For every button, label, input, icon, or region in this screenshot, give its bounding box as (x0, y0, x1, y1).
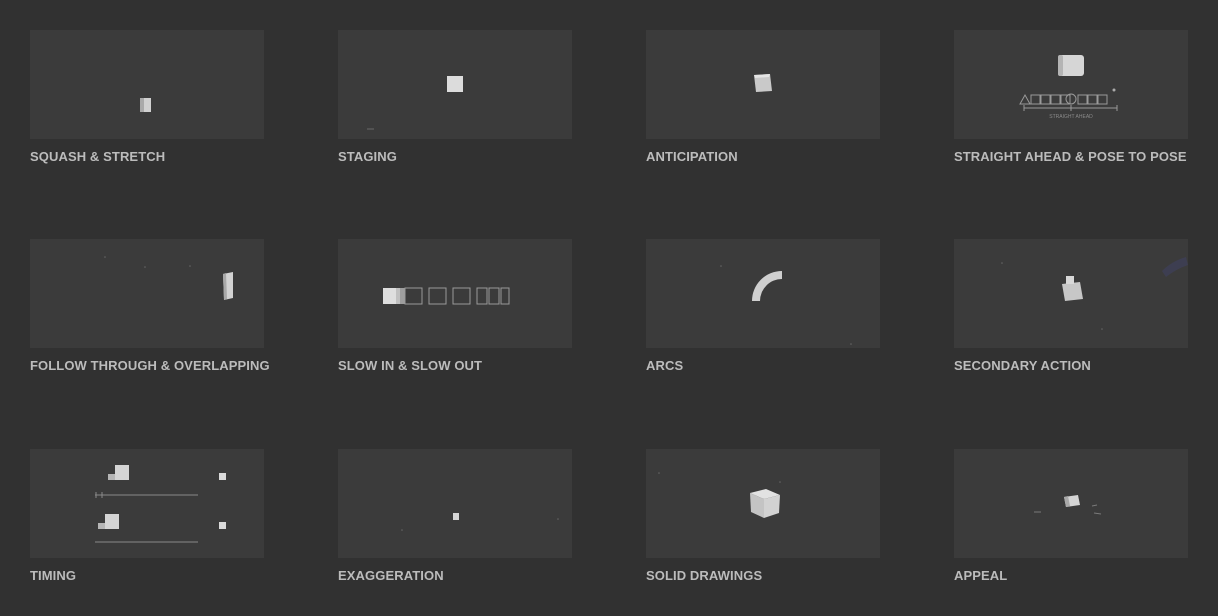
thumbnail-appeal[interactable] (954, 449, 1188, 558)
animation-principles-grid: SQUASH & STRETCH STAGING ANTICIPATION ST… (0, 0, 1218, 616)
thumbnail-timing[interactable] (30, 449, 264, 558)
card-staging[interactable]: STAGING (338, 30, 572, 164)
thumbnail-exaggeration[interactable] (338, 449, 572, 558)
card-label: APPEAL (954, 568, 1008, 583)
thumbnail-secondary-action[interactable] (954, 239, 1188, 348)
card-appeal[interactable]: APPEAL (954, 449, 1188, 583)
card-straight-ahead[interactable]: STRAIGHT AHEAD STRAIGHT AHEAD & POSE TO … (954, 30, 1188, 164)
card-label: SOLID DRAWINGS (646, 568, 763, 583)
follow-through-cube-icon (104, 256, 233, 300)
exaggeration-dot-icon (401, 513, 559, 531)
solid-cube-icon (658, 472, 781, 518)
thumbnail-follow-through[interactable] (30, 239, 264, 348)
card-label: SECONDARY ACTION (954, 358, 1091, 373)
card-label: STAGING (338, 149, 397, 164)
thumbnail-anticipation[interactable] (646, 30, 880, 139)
thumbnail-squash-stretch[interactable] (30, 30, 264, 139)
card-label: STRAIGHT AHEAD & POSE TO POSE (954, 149, 1187, 164)
card-exaggeration[interactable]: EXAGGERATION (338, 449, 572, 583)
appeal-cube-icon (1034, 495, 1102, 515)
card-solid-drawings[interactable]: SOLID DRAWINGS (646, 449, 880, 583)
thumbnail-staging[interactable] (338, 30, 572, 139)
card-timing[interactable]: TIMING (30, 449, 264, 583)
arc-icon (720, 265, 852, 345)
straight-ahead-timeline-icon: STRAIGHT AHEAD (1019, 55, 1118, 120)
card-label: ARCS (646, 358, 684, 373)
card-secondary-action[interactable]: SECONDARY ACTION (954, 239, 1188, 373)
secondary-action-cube-icon (1001, 257, 1188, 330)
squash-stretch-cube-icon (140, 98, 151, 112)
thumbnail-arcs[interactable] (646, 239, 880, 348)
card-label: FOLLOW THROUGH & OVERLAPPING (30, 358, 270, 373)
slow-in-out-frames-icon (383, 287, 510, 305)
thumbnail-solid-drawings[interactable] (646, 449, 880, 558)
card-label: EXAGGERATION (338, 568, 444, 583)
card-label: TIMING (30, 568, 77, 583)
thumbnail-slow-in-out[interactable] (338, 239, 572, 348)
card-anticipation[interactable]: ANTICIPATION (646, 30, 880, 164)
card-label: SLOW IN & SLOW OUT (338, 358, 483, 373)
card-arcs[interactable]: ARCS (646, 239, 880, 373)
card-label: SQUASH & STRETCH (30, 149, 166, 164)
thumbnail-straight-ahead[interactable]: STRAIGHT AHEAD (954, 30, 1188, 139)
card-squash-stretch[interactable]: SQUASH & STRETCH (30, 30, 264, 164)
straight-ahead-caption: STRAIGHT AHEAD (1049, 114, 1093, 120)
anticipation-cube-icon (754, 74, 772, 92)
card-label: ANTICIPATION (646, 149, 738, 164)
timing-cubes-icon (95, 465, 226, 543)
card-follow-through[interactable]: FOLLOW THROUGH & OVERLAPPING (30, 239, 270, 373)
staging-cube-icon (367, 76, 463, 130)
card-slow-in-out[interactable]: SLOW IN & SLOW OUT (338, 239, 572, 373)
